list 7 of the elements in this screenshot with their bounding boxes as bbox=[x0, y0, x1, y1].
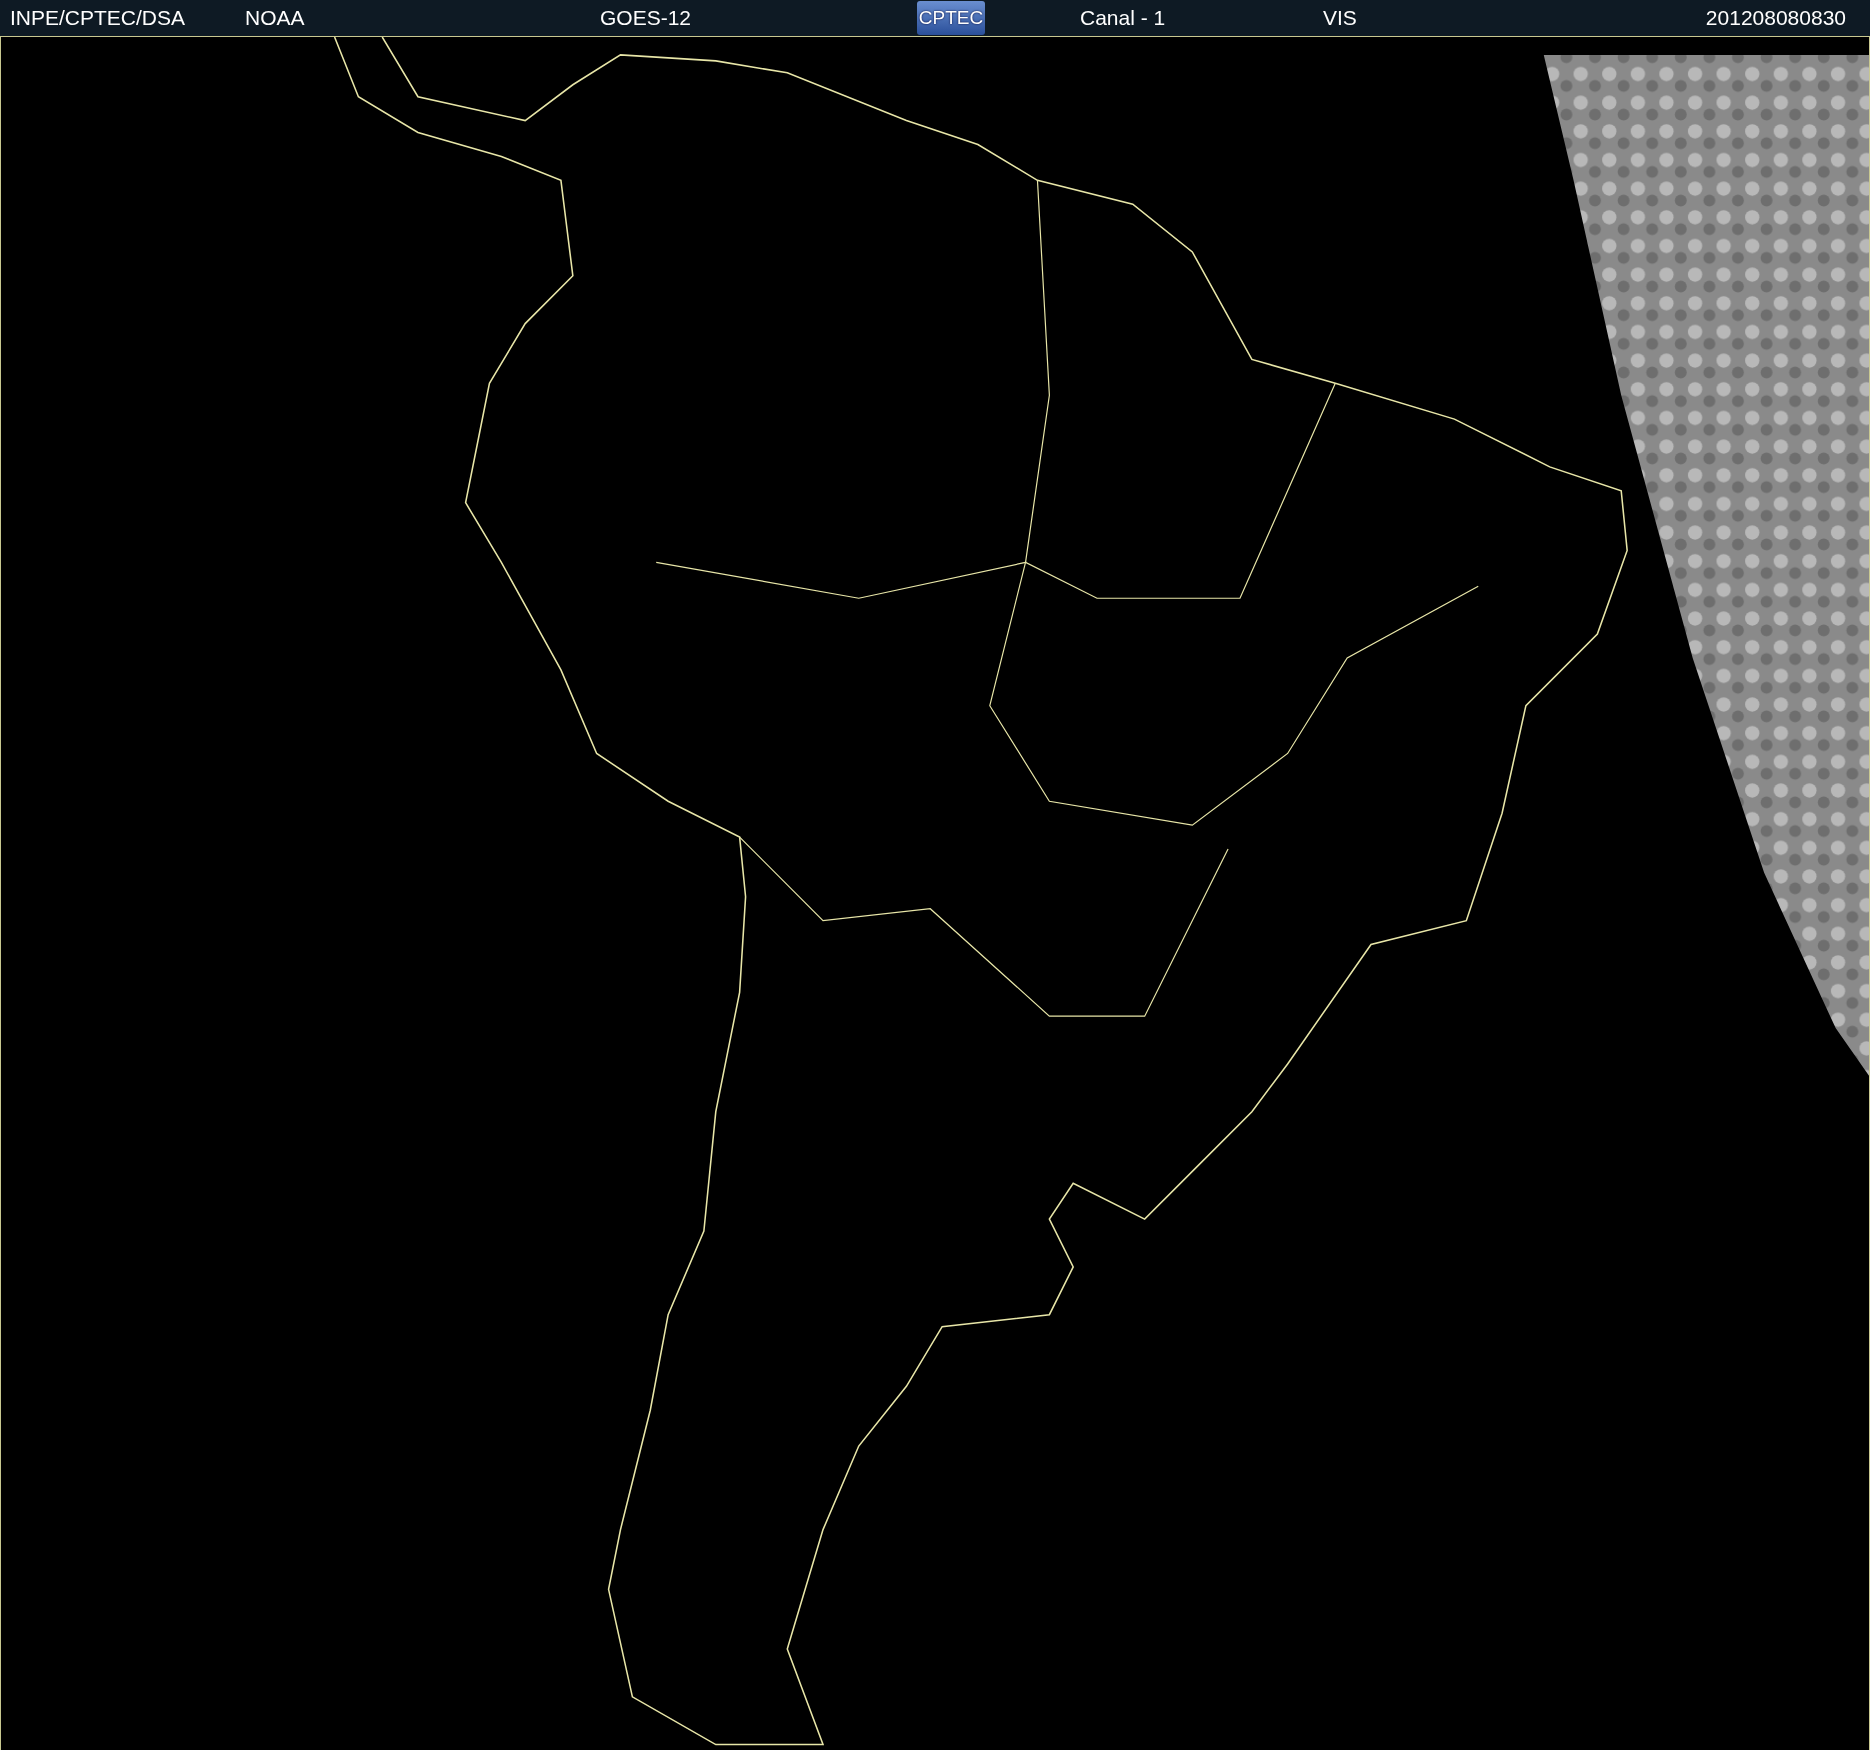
header-label: VIS bbox=[1323, 6, 1358, 30]
logo: CPTEC bbox=[917, 1, 985, 35]
header-label: NOAA bbox=[245, 6, 306, 30]
header-label: 201208080830 bbox=[1704, 6, 1846, 30]
header-label: GOES-12 bbox=[600, 6, 693, 30]
header-label: Canal - 1 bbox=[1080, 6, 1167, 30]
header-label: INPE/CPTEC/DSA bbox=[10, 6, 187, 30]
